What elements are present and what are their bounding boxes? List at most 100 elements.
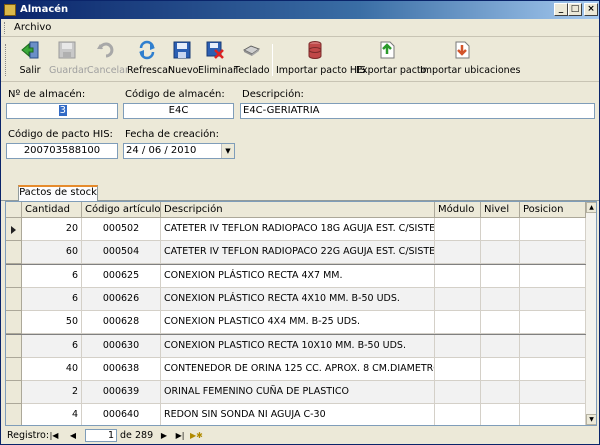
table-row[interactable]: 6 000630 CONEXION PLASTICO RECTA 10X10 MM.… [6,334,586,358]
new-record-icon[interactable]: ▶✱ [190,430,203,441]
cell-codigo-articulo[interactable]: 000504 [82,241,161,265]
previous-record-icon[interactable]: ◀ [67,430,79,441]
cell-cantidad[interactable]: 4 [22,404,82,425]
cell-posicion[interactable] [520,357,586,381]
close-button[interactable]: × [584,3,598,16]
cell-modulo[interactable] [435,311,481,335]
cell-posicion[interactable] [520,334,586,358]
row-header[interactable] [6,381,22,405]
exit-button[interactable]: Salir [15,40,45,80]
row-header[interactable] [6,334,22,358]
new-button[interactable]: Nuevo [168,40,198,80]
cell-modulo[interactable] [435,357,481,381]
cell-codigo-articulo[interactable]: 000628 [82,311,161,335]
cell-descripcion[interactable]: CONEXION PLASTICO 4X4 MM. B-25 UDS. [161,311,435,335]
first-record-icon[interactable]: |◀ [48,430,60,441]
cell-nivel[interactable] [481,311,520,335]
cell-descripcion[interactable]: CONEXION PLASTICO RECTA 10X10 MM. B-50 U… [161,334,435,358]
cell-posicion[interactable] [520,311,586,335]
scroll-up-icon[interactable]: ▲ [586,202,596,213]
cancel-button[interactable]: Cancelar [87,40,129,80]
table-row[interactable]: 60 000504 CATETER IV TEFLON RADIOPACO 22G … [6,241,586,265]
row-header[interactable] [6,287,22,311]
table-row[interactable]: 4 000640 REDON SIN SONDA NI AGUJA C-30 [6,404,586,425]
minimize-button[interactable]: _ [554,3,568,16]
row-header[interactable] [6,241,22,265]
row-header[interactable] [6,264,22,288]
last-record-icon[interactable]: ▶| [174,430,186,441]
menu-archivo[interactable]: Archivo [14,22,51,33]
cell-modulo[interactable] [435,218,481,241]
cell-descripcion[interactable]: CONEXION PLÁSTICO RECTA 4X7 MM. [161,264,435,288]
cell-modulo[interactable] [435,264,481,288]
descripcion-field[interactable]: E4C-GERIATRIA [240,103,595,119]
cell-nivel[interactable] [481,264,520,288]
cell-modulo[interactable] [435,381,481,405]
cell-codigo-articulo[interactable]: 000502 [82,218,161,241]
row-header[interactable] [6,218,22,241]
cell-nivel[interactable] [481,241,520,265]
table-row[interactable]: 20 000502 CATETER IV TEFLON RADIOPACO 18G … [6,218,586,241]
cell-nivel[interactable] [481,357,520,381]
cell-cantidad[interactable]: 60 [22,241,82,265]
keyboard-button[interactable]: Teclado [234,40,270,80]
tab-pactos-de-stock[interactable]: Pactos de stock [18,185,98,201]
cell-codigo-articulo[interactable]: 000638 [82,357,161,381]
cell-codigo-articulo[interactable]: 000630 [82,334,161,358]
cell-descripcion[interactable]: ORINAL FEMENINO CUÑA DE PLASTICO [161,381,435,405]
column-cantidad[interactable]: Cantidad [22,202,82,218]
cell-cantidad[interactable]: 50 [22,311,82,335]
maximize-button[interactable]: □ [568,3,582,16]
cell-nivel[interactable] [481,218,520,241]
export-pacto-button[interactable]: Exportar pacto [356,40,426,80]
row-header[interactable] [6,404,22,425]
cell-cantidad[interactable]: 6 [22,264,82,288]
grid-corner[interactable] [6,202,22,218]
table-row[interactable]: 40 000638 CONTENEDOR DE ORINA 125 CC. APRO… [6,357,586,381]
cell-nivel[interactable] [481,287,520,311]
cell-posicion[interactable] [520,287,586,311]
cell-cantidad[interactable]: 6 [22,334,82,358]
row-header[interactable] [6,311,22,335]
cell-posicion[interactable] [520,404,586,425]
cell-codigo-articulo[interactable]: 000625 [82,264,161,288]
cell-descripcion[interactable]: CONTENEDOR DE ORINA 125 CC. APROX. 8 CM.… [161,357,435,381]
save-button[interactable]: Guardar [49,40,88,80]
fecha-datepicker[interactable]: 24 / 06 / 2010 ▼ [123,143,235,159]
column-posicion[interactable]: Posicion [520,202,586,218]
title-bar[interactable]: Almacén _ □ × [1,1,599,19]
vertical-scrollbar[interactable]: ▲ ▼ [586,202,596,425]
column-modulo[interactable]: Módulo [435,202,481,218]
num-almacen-field[interactable]: 3 [6,103,118,119]
cell-nivel[interactable] [481,404,520,425]
codigo-almacen-field[interactable]: E4C [123,103,234,119]
cell-modulo[interactable] [435,287,481,311]
table-row[interactable]: 6 000625 CONEXION PLÁSTICO RECTA 4X7 MM. [6,264,586,288]
next-record-icon[interactable]: ▶ [158,430,170,441]
table-row[interactable]: 50 000628 CONEXION PLASTICO 4X4 MM. B-25 U… [6,311,586,335]
cell-nivel[interactable] [481,334,520,358]
cell-cantidad[interactable]: 20 [22,218,82,241]
cell-modulo[interactable] [435,334,481,358]
cell-codigo-articulo[interactable]: 000626 [82,287,161,311]
import-ubicaciones-button[interactable]: Importar ubicaciones [420,40,521,80]
scroll-down-icon[interactable]: ▼ [586,414,596,425]
refresh-button[interactable]: Refrescar [127,40,172,80]
row-header[interactable] [6,357,22,381]
cell-descripcion[interactable]: CATETER IV TEFLON RADIOPACO 18G AGUJA ES… [161,218,435,241]
cell-cantidad[interactable]: 6 [22,287,82,311]
cell-descripcion[interactable]: CONEXION PLÁSTICO RECTA 4X10 MM. B-50 UD… [161,287,435,311]
cell-modulo[interactable] [435,404,481,425]
cell-descripcion[interactable]: CATETER IV TEFLON RADIOPACO 22G AGUJA ES… [161,241,435,265]
column-descripcion[interactable]: Descripción [161,202,435,218]
cell-posicion[interactable] [520,381,586,405]
cell-posicion[interactable] [520,264,586,288]
cell-cantidad[interactable]: 40 [22,357,82,381]
cell-codigo-articulo[interactable]: 000640 [82,404,161,425]
cell-cantidad[interactable]: 2 [22,381,82,405]
cell-codigo-articulo[interactable]: 000639 [82,381,161,405]
table-row[interactable]: 2 000639 ORINAL FEMENINO CUÑA DE PLASTICO [6,381,586,405]
cell-posicion[interactable] [520,218,586,241]
column-codigo-articulo[interactable]: Código artículo [82,202,161,218]
codigo-pacto-field[interactable]: 200703588100 [6,143,118,159]
